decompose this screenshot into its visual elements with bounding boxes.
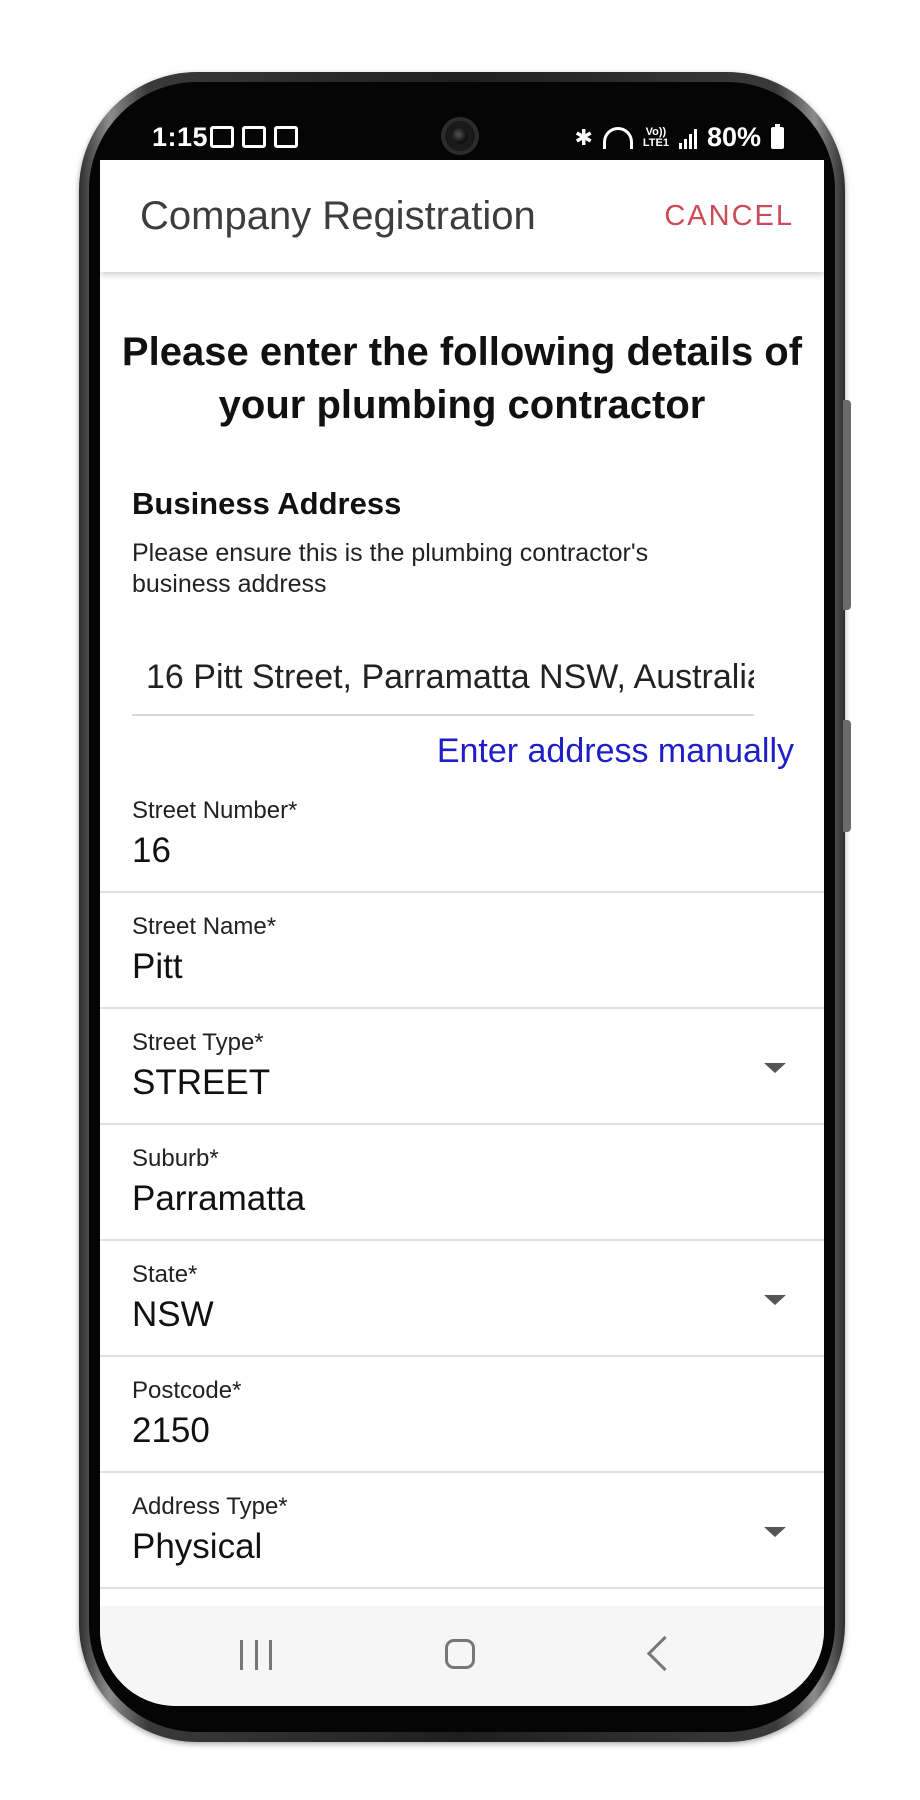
section-note: Please ensure this is the plumbing contr…	[132, 539, 649, 598]
suburb-field[interactable]: Suburb* Parramatta	[100, 1125, 824, 1241]
bluetooth-icon: ✱	[574, 124, 593, 150]
street-type-select[interactable]: Street Type* STREET	[100, 1009, 824, 1125]
field-label: Street Type*	[132, 1029, 264, 1056]
clock: 1:15	[152, 122, 209, 152]
chevron-down-icon[interactable]	[764, 1295, 786, 1305]
field-value[interactable]: NSW	[132, 1295, 214, 1335]
field-label: Address Type*	[132, 1493, 288, 1520]
cancel-button[interactable]: CANCEL	[664, 200, 794, 233]
system-nav-bar	[100, 1606, 824, 1706]
battery-percent: 80%	[706, 122, 761, 152]
notification-icons	[210, 126, 298, 148]
street-name-field[interactable]: Street Name* Pitt	[100, 893, 824, 1009]
field-label: Street Number*	[132, 797, 298, 824]
field-label: State*	[132, 1261, 198, 1288]
front-camera	[441, 117, 479, 155]
field-value[interactable]: Pitt	[132, 947, 183, 987]
field-value[interactable]: Physical	[132, 1527, 262, 1567]
form-content: Please enter the following details of yo…	[100, 272, 824, 1589]
recents-icon[interactable]	[240, 1640, 272, 1670]
home-icon[interactable]	[445, 1639, 475, 1669]
field-value[interactable]: Parramatta	[132, 1179, 305, 1219]
enter-address-manually-link[interactable]: Enter address manually	[100, 732, 794, 771]
state-select[interactable]: State* NSW	[100, 1241, 824, 1357]
app-screen: Company Registration CANCEL Please enter…	[100, 160, 824, 1706]
section-title: Business Address	[132, 486, 402, 521]
page-title: Company Registration	[140, 194, 536, 238]
battery-icon	[771, 123, 784, 149]
street-number-field[interactable]: Street Number* 16	[100, 777, 824, 893]
field-value[interactable]: 2150	[132, 1411, 210, 1451]
field-label: Postcode*	[132, 1377, 242, 1404]
volte-icon: Vo)) LTE1	[642, 125, 669, 149]
teams-icon	[242, 126, 266, 148]
power-button	[843, 720, 851, 832]
status-right: ✱ Vo)) LTE1 80%	[574, 122, 784, 153]
app-header: Company Registration CANCEL	[100, 160, 824, 272]
chevron-down-icon[interactable]	[764, 1063, 786, 1073]
signal-icon	[678, 127, 697, 149]
field-label: Street Name*	[132, 913, 277, 940]
wifi-icon	[602, 126, 633, 149]
address-type-select[interactable]: Address Type* Physical	[100, 1473, 824, 1589]
address-search-input[interactable]: 16 Pitt Street, Parramatta NSW, Australi…	[132, 658, 754, 716]
gmail-icon	[274, 126, 298, 148]
postcode-field[interactable]: Postcode* 2150	[100, 1357, 824, 1473]
field-value[interactable]: STREET	[132, 1063, 270, 1103]
field-value[interactable]: 16	[132, 831, 171, 871]
volume-button	[843, 400, 851, 610]
business-address-section: Business Address Please ensure this is t…	[132, 486, 792, 600]
back-icon[interactable]	[646, 1635, 683, 1672]
chevron-down-icon[interactable]	[764, 1527, 786, 1537]
outlook-icon	[210, 126, 234, 148]
intro-heading: Please enter the following details of yo…	[121, 330, 803, 427]
field-label: Suburb*	[132, 1145, 219, 1172]
